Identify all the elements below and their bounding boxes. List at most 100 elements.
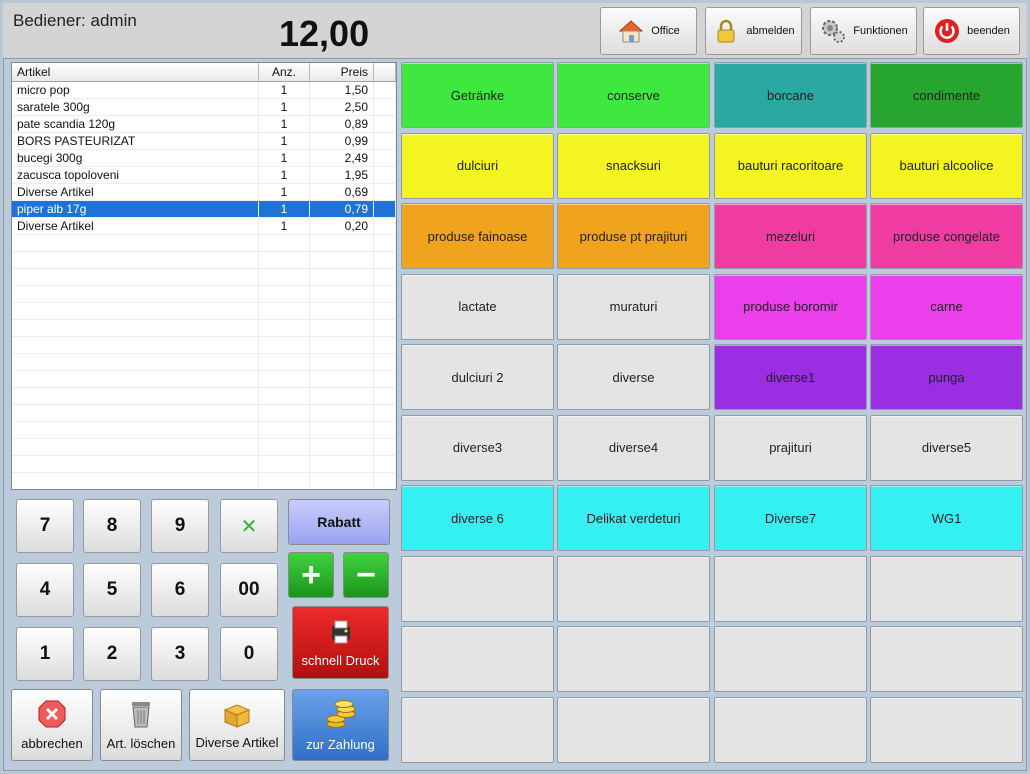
keypad-key-2[interactable]: 2 (83, 627, 141, 681)
category-button[interactable]: produse fainoase (401, 203, 554, 269)
table-row[interactable]: Diverse Artikel 1 0,69 (12, 184, 396, 201)
empty-category-slot[interactable] (401, 626, 554, 692)
empty-category-slot[interactable] (714, 626, 867, 692)
table-row (12, 235, 396, 252)
misc-article-button[interactable]: Diverse Artikel (189, 689, 285, 761)
category-button[interactable]: WG1 (870, 485, 1023, 551)
empty-category-slot[interactable] (714, 555, 867, 622)
keypad-key-1[interactable]: 1 (16, 627, 74, 681)
empty-category-slot[interactable] (714, 696, 867, 763)
delete-article-label: Art. löschen (106, 736, 176, 751)
office-label: Office (651, 25, 680, 37)
cancel-icon (37, 699, 67, 732)
column-header-article[interactable]: Artikel (12, 63, 259, 81)
delete-article-button[interactable]: Art. löschen (100, 689, 182, 761)
clear-key[interactable]: ✕ (220, 499, 278, 553)
empty-cell (310, 422, 374, 438)
quantity-cell: 1 (259, 133, 310, 149)
empty-category-slot[interactable] (557, 696, 710, 763)
category-button[interactable]: diverse (557, 344, 710, 410)
category-button[interactable]: diverse4 (557, 414, 710, 481)
empty-category-slot[interactable] (557, 555, 710, 622)
plus-button[interactable]: + (288, 552, 334, 598)
category-button[interactable]: produse boromir (714, 273, 867, 340)
empty-cell (310, 354, 374, 370)
empty-cell (259, 422, 310, 438)
cancel-button[interactable]: abbrechen (11, 689, 93, 761)
category-button[interactable]: mezeluri (714, 203, 867, 269)
keypad-key-8[interactable]: 8 (83, 499, 141, 553)
table-row[interactable]: micro pop 1 1,50 (12, 82, 396, 99)
functions-button[interactable]: Funktionen (810, 7, 917, 55)
empty-category-slot[interactable] (870, 555, 1023, 622)
category-button[interactable]: produse pt prajituri (557, 203, 710, 269)
table-row (12, 388, 396, 405)
category-button[interactable]: Delikat verdeturi (557, 485, 710, 551)
column-header-qty[interactable]: Anz. (259, 63, 310, 81)
house-icon (617, 17, 645, 45)
quick-print-button[interactable]: schnell Druck (292, 606, 389, 679)
table-row[interactable]: piper alb 17g 1 0,79 (12, 201, 396, 218)
category-button[interactable]: prajituri (714, 414, 867, 481)
coins-icon (324, 698, 358, 733)
filler-cell (374, 337, 396, 353)
filler-cell (374, 133, 396, 149)
column-header-price[interactable]: Preis (310, 63, 374, 81)
keypad-key-6[interactable]: 6 (151, 563, 209, 617)
empty-cell (310, 235, 374, 251)
table-row[interactable]: bucegi 300g 1 2,49 (12, 150, 396, 167)
keypad-key-00[interactable]: 00 (220, 563, 278, 617)
keypad-key-3[interactable]: 3 (151, 627, 209, 681)
category-button[interactable]: punga (870, 344, 1023, 410)
category-button[interactable]: produse congelate (870, 203, 1023, 269)
table-row[interactable]: saratele 300g 1 2,50 (12, 99, 396, 116)
category-button[interactable]: condimente (870, 62, 1023, 128)
category-button[interactable]: dulciuri 2 (401, 344, 554, 410)
category-button[interactable]: conserve (557, 62, 710, 128)
office-button[interactable]: Office (600, 7, 697, 55)
keypad-key-5[interactable]: 5 (83, 563, 141, 617)
price-cell: 1,95 (310, 167, 374, 183)
logout-button[interactable]: abmelden (705, 7, 802, 55)
category-button[interactable]: bauturi alcoolice (870, 132, 1023, 199)
category-button[interactable]: dulciuri (401, 132, 554, 199)
empty-cell (259, 473, 310, 489)
category-button[interactable]: carne (870, 273, 1023, 340)
empty-cell (12, 235, 259, 251)
empty-cell (259, 388, 310, 404)
category-button[interactable]: lactate (401, 273, 554, 340)
keypad-key-9[interactable]: 9 (151, 499, 209, 553)
keypad-key-7[interactable]: 7 (16, 499, 74, 553)
category-button[interactable]: Getränke (401, 62, 554, 128)
empty-cell (12, 269, 259, 285)
category-button[interactable]: diverse5 (870, 414, 1023, 481)
empty-category-slot[interactable] (557, 626, 710, 692)
empty-category-slot[interactable] (401, 696, 554, 763)
category-button[interactable]: diverse 6 (401, 485, 554, 551)
exit-button[interactable]: beenden (923, 7, 1020, 55)
table-row[interactable]: Diverse Artikel 1 0,20 (12, 218, 396, 235)
empty-category-slot[interactable] (870, 626, 1023, 692)
rabatt-button[interactable]: Rabatt (288, 499, 390, 545)
table-row[interactable]: pate scandia 120g 1 0,89 (12, 116, 396, 133)
minus-button[interactable]: − (343, 552, 389, 598)
category-button[interactable]: borcane (714, 62, 867, 128)
payment-button[interactable]: zur Zahlung (292, 689, 389, 761)
empty-cell (12, 303, 259, 319)
article-name-cell: saratele 300g (12, 99, 259, 115)
category-button[interactable]: snacksuri (557, 132, 710, 199)
category-button[interactable]: muraturi (557, 273, 710, 340)
empty-category-slot[interactable] (401, 555, 554, 622)
empty-category-slot[interactable] (870, 696, 1023, 763)
filler-cell (374, 150, 396, 166)
filler-cell (374, 456, 396, 472)
category-button[interactable]: bauturi racoritoare (714, 132, 867, 199)
keypad-key-4[interactable]: 4 (16, 563, 74, 617)
category-button[interactable]: diverse3 (401, 414, 554, 481)
table-row[interactable]: zacusca topoloveni 1 1,95 (12, 167, 396, 184)
category-button[interactable]: diverse1 (714, 344, 867, 410)
category-button[interactable]: Diverse7 (714, 485, 867, 551)
table-row[interactable]: BORS PASTEURIZAT 1 0,99 (12, 133, 396, 150)
article-name-cell: Diverse Artikel (12, 184, 259, 200)
keypad-key-0[interactable]: 0 (220, 627, 278, 681)
